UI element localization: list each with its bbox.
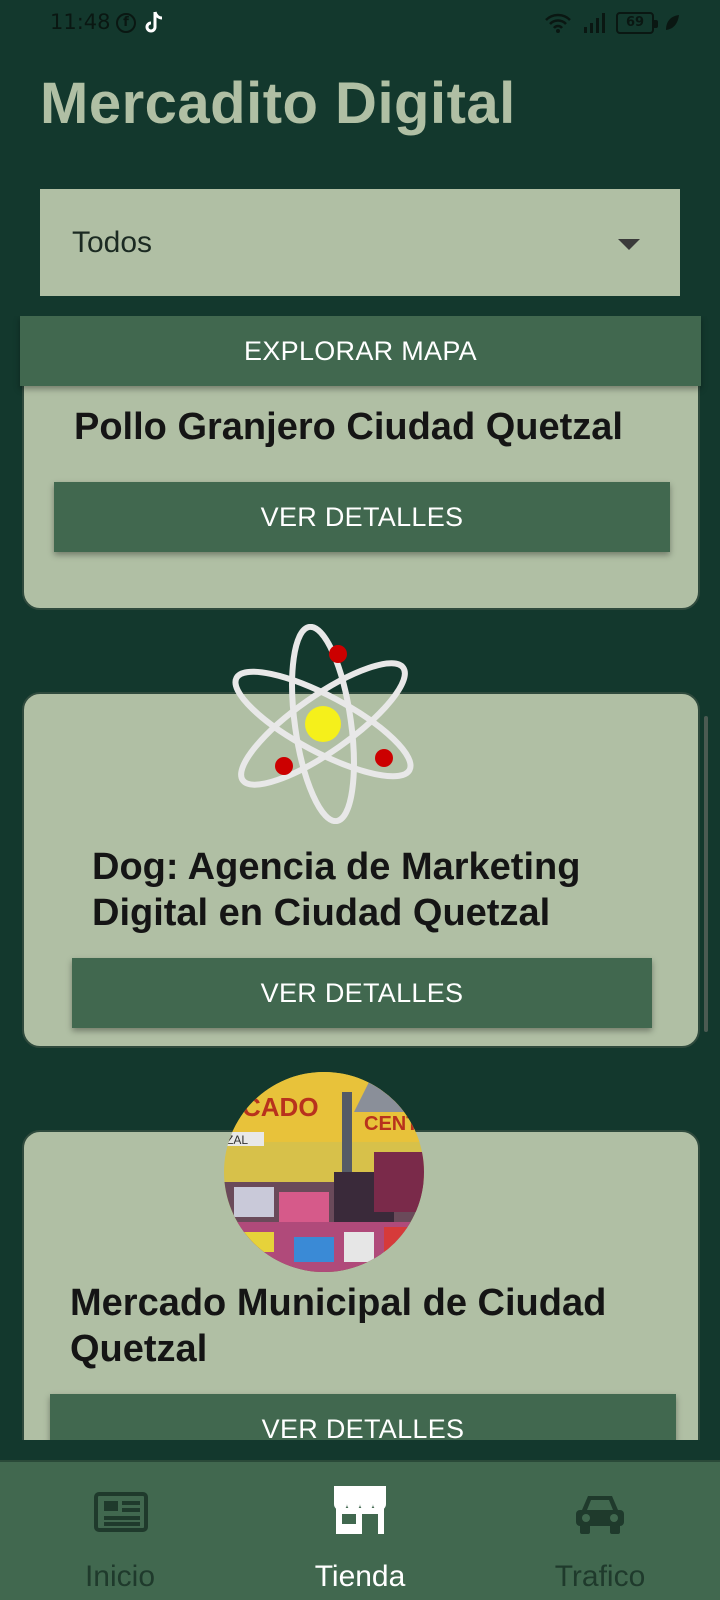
market-photo-image: CADO CENT ZAL: [224, 1072, 424, 1272]
leaf-icon: [666, 15, 679, 30]
tiktok-notification-icon: [145, 11, 163, 33]
nav-label-trafico: Trafico: [554, 1560, 646, 1593]
status-time: 11:48: [50, 10, 111, 34]
battery-icon: 69: [616, 12, 658, 34]
market-sign-text-1: CADO: [242, 1092, 319, 1122]
business-title: Pollo Granjero Ciudad Quetzal: [74, 406, 623, 448]
business-title: Mercado Municipal de Ciudad Quetzal: [70, 1282, 607, 1370]
facebook-notification-icon: f: [116, 13, 136, 33]
explore-map-button[interactable]: EXPLORAR MAPA: [20, 316, 701, 386]
nav-label-inicio: Inicio: [84, 1560, 156, 1593]
signal-icon: [584, 13, 605, 33]
dropdown-arrow-icon: [618, 239, 640, 250]
status-icons: 69: [544, 12, 680, 34]
nav-item-trafico[interactable]: Trafico: [480, 1462, 720, 1600]
nav-item-inicio[interactable]: Inicio: [0, 1462, 240, 1600]
category-filter-dropdown[interactable]: Todos: [40, 189, 680, 296]
view-details-button[interactable]: VER DETALLES: [72, 958, 652, 1028]
filter-selected-value: Todos: [72, 225, 153, 259]
market-sign-text-3: ZAL: [226, 1133, 248, 1147]
list-scrollbar[interactable]: [704, 716, 708, 1032]
view-details-button[interactable]: VER DETALLES: [50, 1394, 676, 1440]
market-sign-text-2: CENT: [364, 1113, 418, 1135]
atom-logo-image: [232, 624, 414, 824]
app-title: Mercadito Digital: [40, 71, 516, 136]
store-icon: [334, 1486, 386, 1534]
newspaper-icon: [94, 1492, 148, 1532]
business-list[interactable]: EXPLORAR MAPA Pollo Granjero Ciudad Quet…: [0, 316, 720, 1440]
nav-label-tienda: Tienda: [314, 1560, 406, 1593]
business-title: Dog: Agencia de Marketing Digital en Ciu…: [92, 846, 581, 934]
wifi-icon: [545, 13, 571, 33]
car-icon: [576, 1496, 624, 1534]
bottom-navigation: Inicio Tienda Trafico: [0, 1460, 720, 1600]
nav-item-tienda[interactable]: Tienda: [240, 1462, 480, 1600]
view-details-button[interactable]: VER DETALLES: [54, 482, 670, 552]
status-bar: 11:48 f 69: [0, 0, 720, 48]
